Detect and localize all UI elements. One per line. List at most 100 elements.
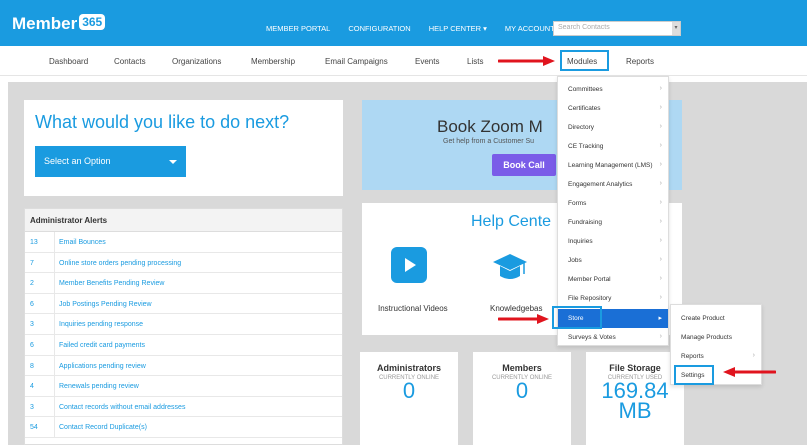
menu-item-surveys-votes[interactable]: Surveys & Votes › <box>558 328 668 347</box>
nav-dashboard[interactable]: Dashboard <box>49 57 88 66</box>
chevron-right-icon: › <box>659 218 662 225</box>
alert-count: 2 <box>25 273 55 293</box>
menu-item-directory[interactable]: Directory › <box>558 118 668 137</box>
alert-link[interactable]: Online store orders pending processing <box>55 253 185 273</box>
alert-link[interactable]: Contact Record Duplicate(s) <box>55 417 151 437</box>
alert-row[interactable]: 6 Job Postings Pending Review <box>25 293 342 315</box>
nav-membership[interactable]: Membership <box>251 57 295 66</box>
alert-link[interactable]: Inquiries pending response <box>55 314 147 334</box>
alert-link[interactable]: Email Bounces <box>55 232 110 252</box>
nav-events[interactable]: Events <box>415 57 439 66</box>
chevron-right-icon: › <box>659 199 662 206</box>
alerts-title: Administrator Alerts <box>25 209 342 232</box>
search-input[interactable]: Search Contacts <box>553 21 681 36</box>
nav-email-campaigns[interactable]: Email Campaigns <box>325 57 388 66</box>
alert-link[interactable]: Failed credit card payments <box>55 335 149 355</box>
alert-link[interactable]: Renewals pending review <box>55 376 143 396</box>
chevron-right-icon: ▸ <box>658 315 662 322</box>
alert-link[interactable]: Applications pending review <box>55 356 150 376</box>
arrow-left-icon <box>723 367 776 377</box>
menu-item-jobs[interactable]: Jobs › <box>558 251 668 270</box>
help-center-title: Help Cente <box>471 213 552 230</box>
zoom-title: Book Zoom M <box>437 117 543 136</box>
stat-title: Members <box>502 363 542 373</box>
instructional-videos-label[interactable]: Instructional Videos <box>378 304 448 313</box>
alert-count: 3 <box>25 396 55 417</box>
chevron-right-icon: › <box>659 142 662 149</box>
search-dropdown-icon[interactable]: ▾ <box>672 22 680 35</box>
alert-link[interactable]: Contact records without email addresses <box>55 397 189 417</box>
alert-row[interactable]: 4 Renewals pending review <box>25 376 342 397</box>
settings-highlight-box <box>674 365 714 385</box>
top-nav: MEMBER PORTAL CONFIGURATION HELP CENTER … <box>266 24 579 33</box>
nav-reports[interactable]: Reports <box>626 57 654 66</box>
book-call-button[interactable]: Book Call <box>492 154 556 176</box>
chevron-right-icon: › <box>659 333 662 340</box>
chevron-right-icon: › <box>659 85 662 92</box>
menu-item-ce-tracking[interactable]: CE Tracking › <box>558 137 668 156</box>
menu-item-store-reports[interactable]: Reports › <box>671 347 761 366</box>
alert-row[interactable]: 8 Applications pending review <box>25 355 342 377</box>
alert-count: 6 <box>25 293 55 314</box>
stat-value: 0 <box>515 378 529 403</box>
alert-count: 7 <box>25 252 55 273</box>
chevron-right-icon: › <box>659 294 662 301</box>
what-next-heading: What would you like to do next? <box>35 112 290 132</box>
chevron-right-icon: › <box>659 237 662 244</box>
chevron-right-icon: › <box>752 352 755 359</box>
arrow-right-icon <box>498 56 555 66</box>
alert-row[interactable]: 3 Inquiries pending response <box>25 314 342 335</box>
menu-item-lms[interactable]: Learning Management (LMS) › <box>558 156 668 175</box>
chevron-right-icon: › <box>659 123 662 130</box>
stat-title: Administrators <box>376 363 441 373</box>
chevron-right-icon: › <box>659 275 662 282</box>
knowledgebase-label[interactable]: Knowledgebas <box>490 304 542 313</box>
alert-link[interactable]: Job Postings Pending Review <box>55 294 156 314</box>
alert-count: 8 <box>25 355 55 376</box>
nav-organizations[interactable]: Organizations <box>172 57 221 66</box>
chevron-down-icon <box>169 160 177 164</box>
menu-item-forms[interactable]: Forms › <box>558 194 668 213</box>
nav-configuration[interactable]: CONFIGURATION <box>348 24 410 33</box>
nav-help-center[interactable]: HELP CENTER ▾ <box>429 24 487 33</box>
store-highlight-box <box>552 306 602 329</box>
chevron-right-icon: › <box>659 161 662 168</box>
alert-row[interactable]: 2 Member Benefits Pending Review <box>25 273 342 294</box>
administrator-alerts: Administrator Alerts 13 Email Bounces 7 On… <box>24 208 343 445</box>
menu-item-manage-products[interactable]: Manage Products <box>671 328 761 347</box>
chevron-right-icon: › <box>659 180 662 187</box>
modules-highlight-box <box>560 50 609 71</box>
graduation-cap-icon[interactable] <box>492 250 528 286</box>
menu-item-inquiries[interactable]: Inquiries › <box>558 232 668 251</box>
stat-value: 0 <box>402 378 416 403</box>
logo[interactable]: Member 365 <box>12 14 106 34</box>
alert-count: 13 <box>25 232 55 252</box>
menu-item-committees[interactable]: Committees › <box>558 80 668 99</box>
nav-member-portal[interactable]: MEMBER PORTAL <box>266 24 330 33</box>
alert-row[interactable]: 13 Email Bounces <box>25 232 342 253</box>
top-bar: Member 365 MEMBER PORTAL CONFIGURATION HE… <box>0 0 807 46</box>
alert-row[interactable]: 6 Failed credit card payments <box>25 334 342 356</box>
menu-item-certificates[interactable]: Certificates › <box>558 99 668 118</box>
nav-lists[interactable]: Lists <box>467 57 483 66</box>
members-stat: Members CURRENTLY ONLINE 0 <box>473 352 571 445</box>
alert-row[interactable]: 54 Contact Record Duplicate(s) <box>25 417 342 438</box>
alert-row[interactable]: 3 Contact records without email addresses <box>25 396 342 418</box>
menu-item-create-product[interactable]: Create Product <box>671 309 761 328</box>
chevron-right-icon: › <box>659 104 662 111</box>
alert-row[interactable]: 7 Online store orders pending processing <box>25 252 342 274</box>
menu-item-member-portal[interactable]: Member Portal › <box>558 270 668 289</box>
stat-unit: MB <box>618 398 652 423</box>
menu-item-engagement-analytics[interactable]: Engagement Analytics › <box>558 175 668 194</box>
zoom-subtitle: Get help from a Customer Su <box>443 138 535 145</box>
select-option-dropdown[interactable]: Select an Option <box>35 146 186 177</box>
video-play-icon[interactable] <box>391 247 427 283</box>
alert-link[interactable]: Member Benefits Pending Review <box>55 273 168 293</box>
main-nav: Dashboard Contacts Organizations Members… <box>0 46 807 76</box>
select-option-label: Select an Option <box>44 156 111 166</box>
alert-count: 4 <box>25 376 55 396</box>
alert-count: 3 <box>25 314 55 334</box>
menu-item-fundraising[interactable]: Fundraising › <box>558 213 668 232</box>
nav-contacts[interactable]: Contacts <box>114 57 146 66</box>
chevron-right-icon: › <box>659 256 662 263</box>
